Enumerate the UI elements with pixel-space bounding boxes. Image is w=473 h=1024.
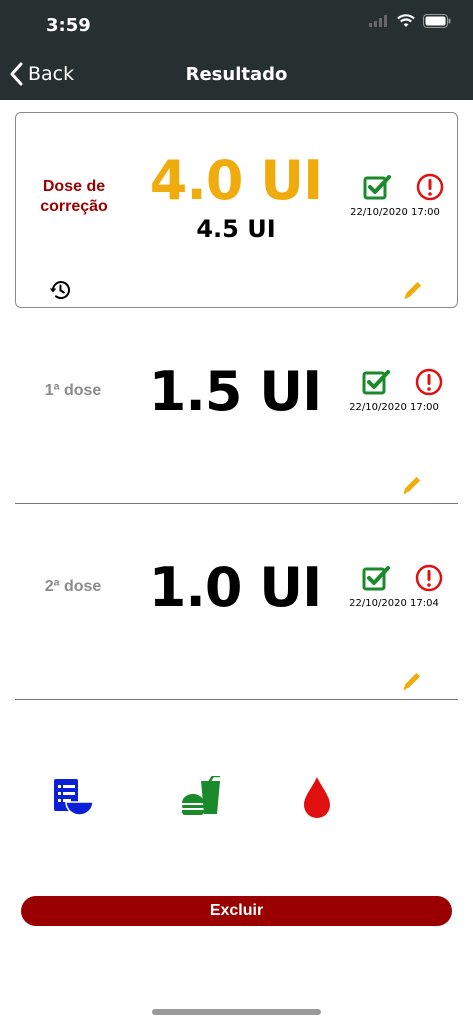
alert-circle-icon[interactable] [416,173,444,201]
dose-value: 1.0 UI [148,556,322,619]
dose-label: 2ª dose [44,578,102,595]
pencil-icon[interactable] [401,474,423,496]
alert-circle-icon[interactable] [415,368,443,396]
battery-icon [423,14,451,28]
checkbox-checked-icon[interactable] [362,369,390,395]
dose-label: 1ª dose [44,382,102,399]
first-dose-card: 1ª dose 1.5 UI 22/10/2020 17:00 [15,308,458,504]
pencil-icon[interactable] [402,279,424,301]
navigation-bar: Back Resultado [0,50,473,100]
dose-label: Dose de correção [40,178,108,215]
checkbox-checked-icon[interactable] [362,565,390,591]
delete-button[interactable]: Excluir [21,896,452,926]
dose-date: 22/10/2020 17:04 [349,598,439,609]
dose-value: 4.0 UI [149,149,323,212]
wifi-icon [397,14,415,27]
dose-date: 22/10/2020 17:00 [350,207,440,218]
dose-value: 1.5 UI [148,360,322,423]
dose-date: 22/10/2020 17:00 [349,402,439,413]
alert-circle-icon[interactable] [415,564,443,592]
correction-dose-card: Dose de correção 4.0 UI 4.5 UI 22/10/202… [15,112,458,308]
signal-icon [369,15,387,27]
table-bowl-icon[interactable] [52,776,94,818]
status-time: 3:59 [46,15,91,36]
blood-drop-icon[interactable] [302,776,332,820]
burger-drink-icon[interactable] [180,776,222,818]
checkbox-checked-icon[interactable] [363,174,391,200]
page-title: Resultado [185,64,288,85]
pencil-icon[interactable] [401,670,423,692]
dose-sub-value: 4.5 UI [196,215,276,243]
second-dose-card: 2ª dose 1.0 UI 22/10/2020 17:04 [15,504,458,700]
home-indicator [152,1009,321,1015]
status-icons [369,14,451,28]
history-icon[interactable] [49,279,71,301]
status-bar: 3:59 [0,0,473,50]
